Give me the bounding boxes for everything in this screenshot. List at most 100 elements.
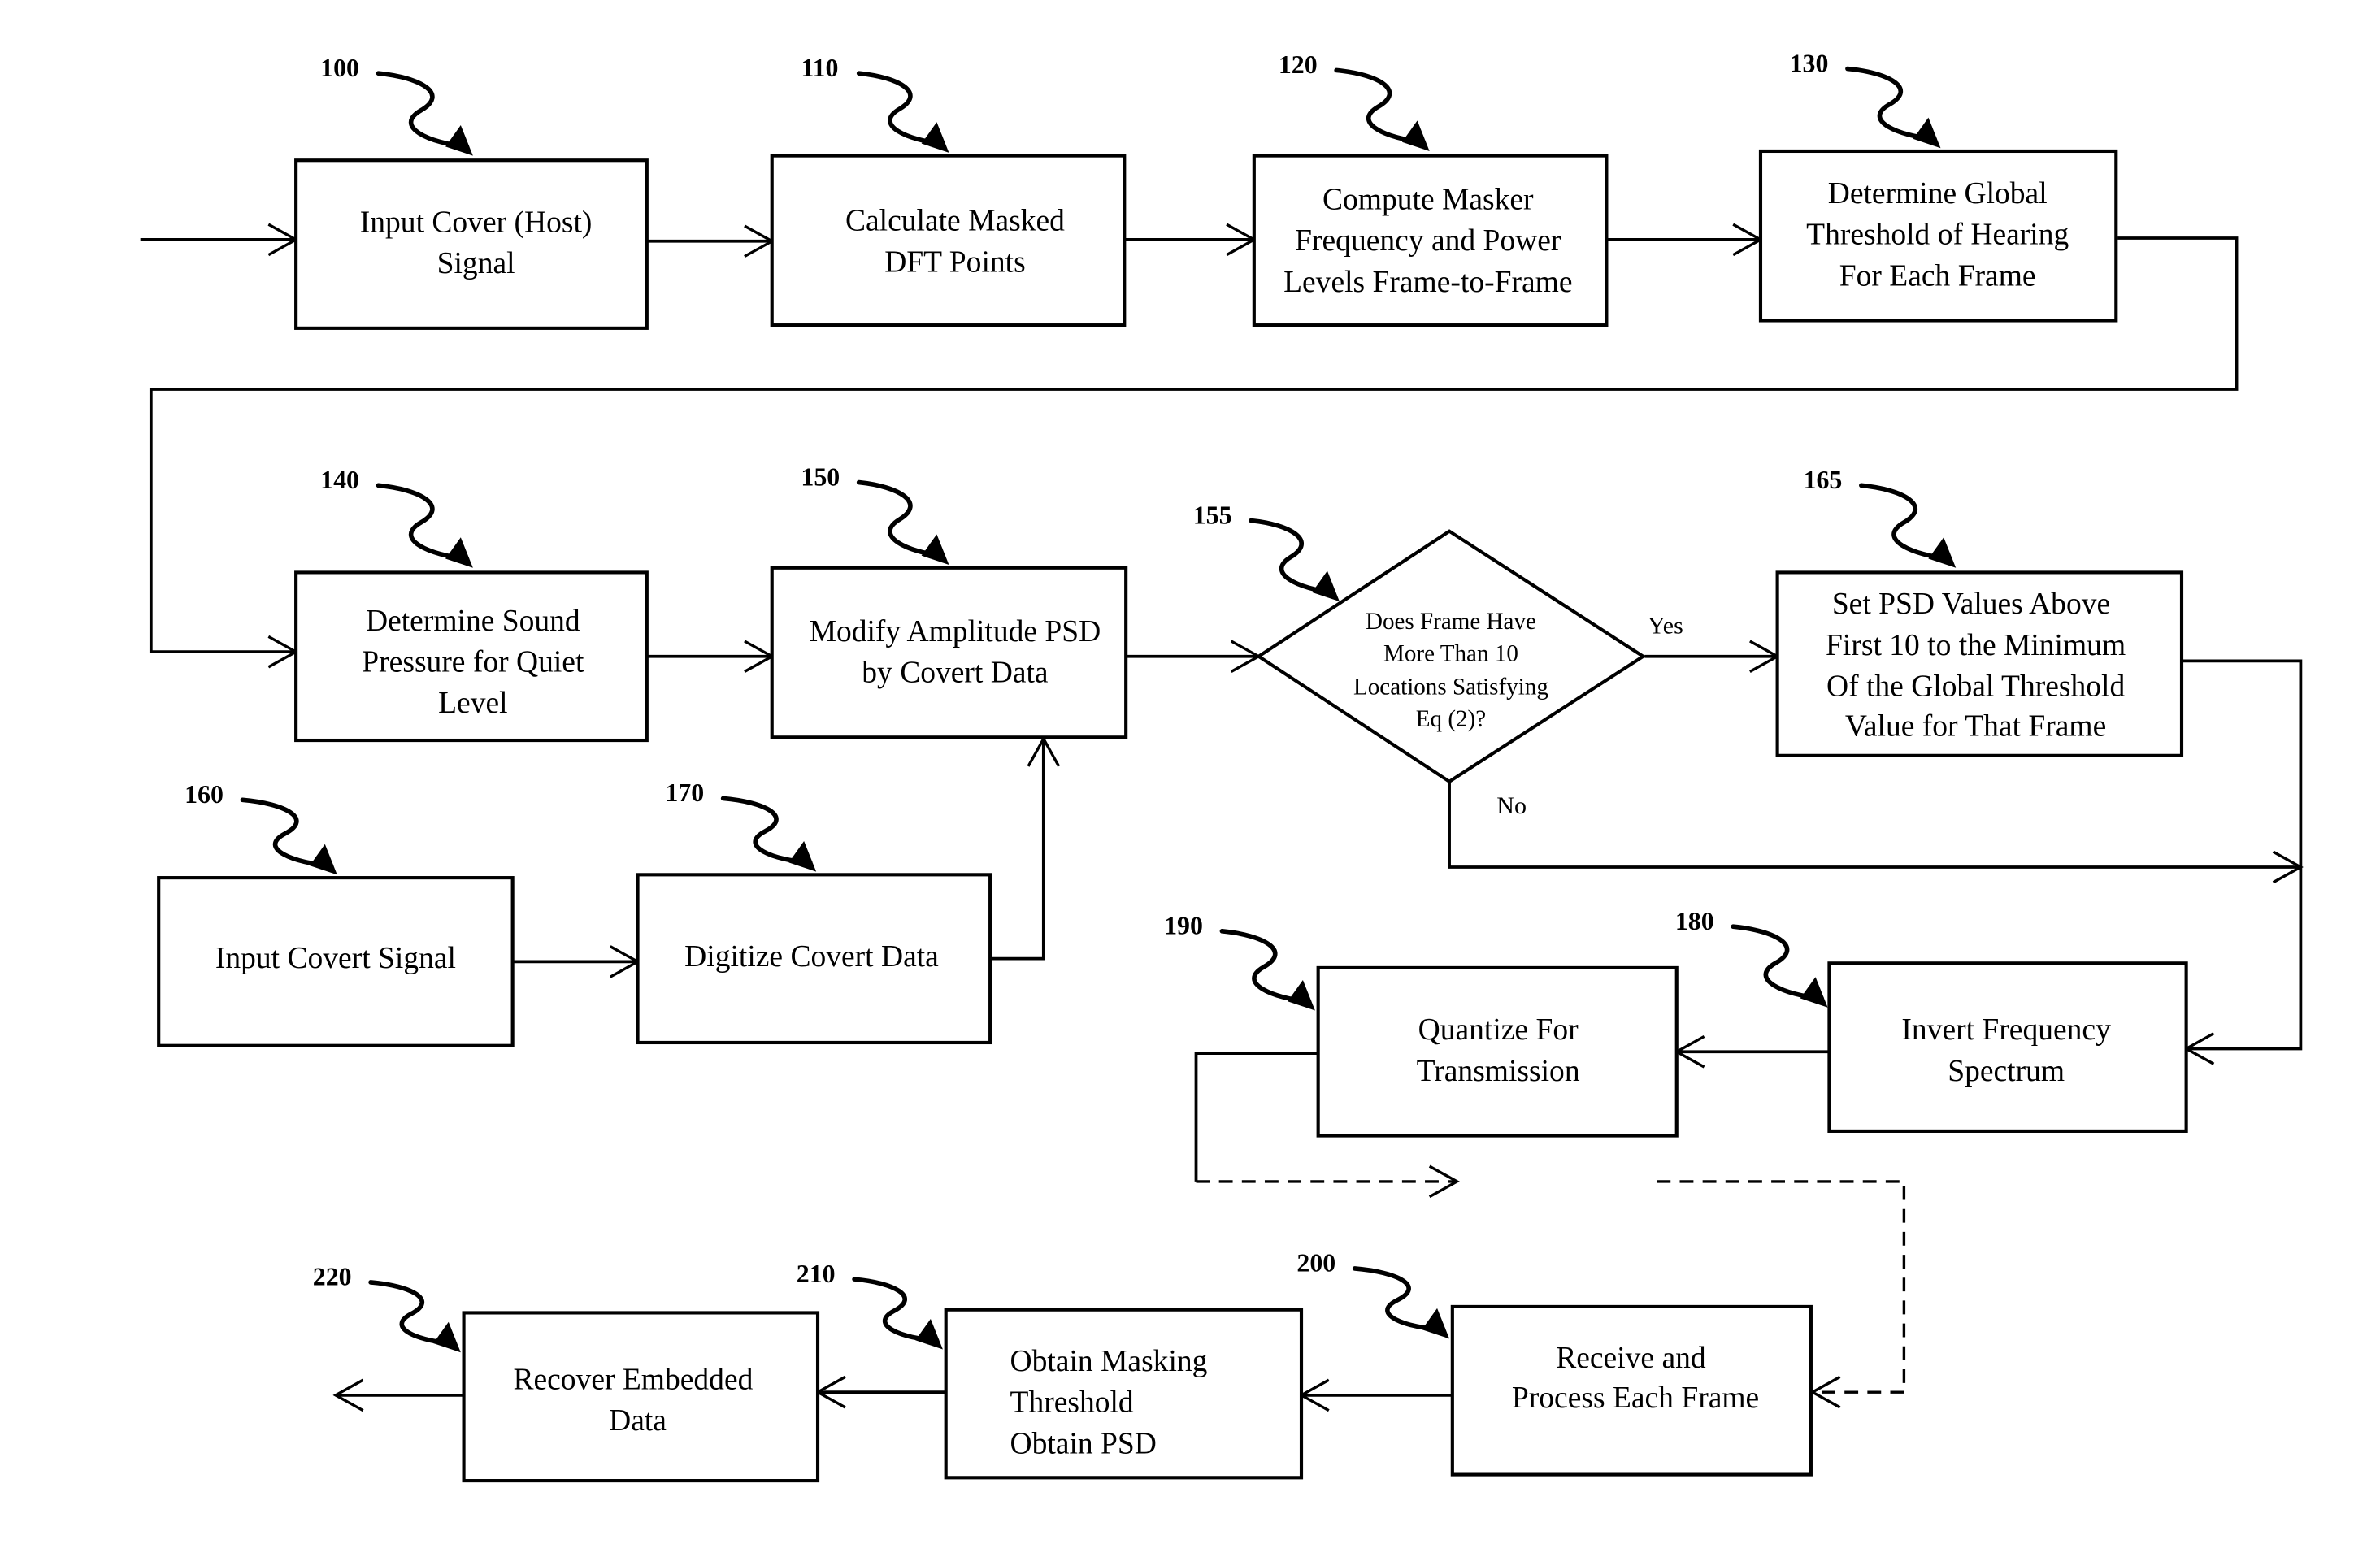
step-180: Invert Frequency Spectrum	[1827, 961, 2188, 1133]
decision-label: More Than 10	[1383, 640, 1518, 666]
yes-branch-label: Yes	[1648, 613, 1683, 640]
reference-numeral: 200	[1296, 1249, 1335, 1277]
reference-numeral: 170	[665, 778, 704, 807]
connector-190-out	[1194, 1052, 1318, 1182]
step-label: Threshold	[1010, 1386, 1134, 1420]
decision-label: Does Frame Have	[1366, 609, 1536, 635]
reference-numeral: 180	[1675, 907, 1714, 935]
process-box	[1827, 961, 2188, 1133]
step-220: Recover Embedded Data	[462, 1311, 820, 1483]
step-label: Obtain Masking	[1010, 1345, 1208, 1378]
step-190: Quantize For Transmission	[1316, 965, 1679, 1138]
reference-numeral: 140	[320, 466, 359, 494]
step-label: Levels Frame-to-Frame	[1283, 266, 1572, 299]
leader-arrowhead-icon	[1312, 570, 1340, 602]
leader-arrowhead-icon	[1928, 537, 1957, 568]
step-label: Obtain PSD	[1010, 1427, 1157, 1460]
step-210: Obtain Masking Threshold Obtain PSD	[944, 1308, 1304, 1480]
step-label: by Covert Data	[862, 657, 1049, 690]
reference-165: 165	[1804, 466, 1957, 568]
step-155-decision: Does Frame Have More Than 10 Locations S…	[1255, 529, 1683, 819]
step-label: Modify Amplitude PSD	[810, 615, 1101, 648]
reference-155: 155	[1193, 501, 1340, 602]
reference-130: 130	[1790, 49, 1941, 149]
leader-arrowhead-icon	[921, 122, 949, 153]
reference-numeral: 130	[1790, 49, 1829, 77]
step-label: Digitize Covert Data	[684, 940, 939, 974]
step-label: Compute Masker	[1322, 183, 1534, 216]
step-label: Level	[438, 687, 507, 720]
step-150: Modify Amplitude PSD by Covert Data	[770, 566, 1128, 739]
reference-numeral: 165	[1804, 466, 1843, 494]
leader-arrowhead-icon	[433, 1321, 461, 1353]
leader-arrowhead-icon	[1401, 120, 1430, 151]
reference-numeral: 120	[1279, 50, 1318, 79]
process-box	[770, 154, 1127, 327]
connector-170-150	[992, 739, 1045, 961]
step-label: Transmission	[1417, 1055, 1580, 1088]
step-label: Signal	[437, 247, 515, 280]
step-170: Digitize Covert Data	[636, 873, 992, 1045]
step-label: Quantize For	[1418, 1013, 1579, 1047]
reference-100: 100	[320, 54, 473, 156]
connector-155-no	[1448, 781, 2301, 869]
process-box	[294, 158, 649, 330]
reference-numeral: 150	[801, 462, 840, 491]
process-box	[1316, 965, 1679, 1138]
reference-160: 160	[185, 780, 337, 875]
step-label: For Each Frame	[1839, 259, 2036, 293]
reference-190: 190	[1164, 912, 1315, 1011]
step-160: Input Covert Signal	[157, 876, 515, 1047]
decision-label: Locations Satisfying	[1353, 674, 1548, 700]
leader-arrowhead-icon	[445, 125, 473, 156]
leader-arrowhead-icon	[1422, 1308, 1450, 1339]
reference-140: 140	[320, 466, 473, 568]
reference-numeral: 190	[1164, 912, 1203, 940]
reference-220: 220	[313, 1263, 461, 1353]
reference-numeral: 160	[185, 780, 224, 809]
process-box	[462, 1311, 820, 1483]
leader-arrowhead-icon	[788, 841, 817, 872]
step-label: Input Cover (Host)	[360, 206, 593, 240]
leader-arrowhead-icon	[310, 844, 337, 875]
step-120: Compute Masker Frequency and Power Level…	[1252, 154, 1609, 327]
step-200: Receive and Process Each Frame	[1450, 1304, 1813, 1477]
reference-numeral: 220	[313, 1263, 352, 1291]
reference-numeral: 155	[1193, 501, 1232, 529]
step-130: Determine Global Threshold of Hearing Fo…	[1758, 149, 2118, 323]
step-label: Frequency and Power	[1295, 224, 1561, 258]
process-box	[770, 566, 1128, 739]
step-label: Value for That Frame	[1845, 709, 2106, 743]
reference-150: 150	[801, 462, 949, 566]
step-100: Input Cover (Host) Signal	[294, 158, 649, 330]
leader-arrowhead-icon	[1913, 117, 1941, 149]
step-label: Pressure for Quiet	[362, 645, 584, 679]
step-label: First 10 to the Minimum	[1826, 629, 2126, 662]
step-label: Spectrum	[1948, 1055, 2065, 1088]
step-140: Determine Sound Pressure for Quiet Level	[294, 570, 649, 743]
step-label: Input Covert Signal	[215, 942, 456, 975]
leader-arrowhead-icon	[921, 534, 949, 566]
step-label: Recover Embedded	[513, 1363, 753, 1396]
reference-170: 170	[665, 778, 817, 872]
connector-165-180	[2182, 659, 2303, 1051]
step-label: DFT Points	[884, 245, 1025, 279]
reference-180: 180	[1675, 907, 1828, 1008]
leader-arrowhead-icon	[1288, 979, 1315, 1011]
connectors	[140, 223, 2304, 1412]
decision-label: Eq (2)?	[1416, 706, 1486, 732]
reference-200: 200	[1296, 1249, 1450, 1339]
step-label: Determine Sound	[366, 605, 580, 638]
flowchart: Input Cover (Host) Signal Calculate Mask…	[140, 49, 2304, 1483]
leader-arrowhead-icon	[915, 1318, 943, 1350]
step-label: Process Each Frame	[1512, 1381, 1759, 1415]
step-label: Calculate Masked	[845, 205, 1065, 238]
step-label: Data	[609, 1404, 667, 1438]
no-branch-label: No	[1496, 792, 1527, 819]
step-label: Receive and	[1556, 1342, 1706, 1375]
leader-arrowhead-icon	[445, 537, 473, 568]
step-165: Set PSD Values Above First 10 to the Min…	[1775, 570, 2184, 757]
reference-numeral: 210	[797, 1260, 836, 1288]
step-label: Invert Frequency	[1901, 1013, 2111, 1047]
reference-numeral: 100	[320, 54, 359, 82]
